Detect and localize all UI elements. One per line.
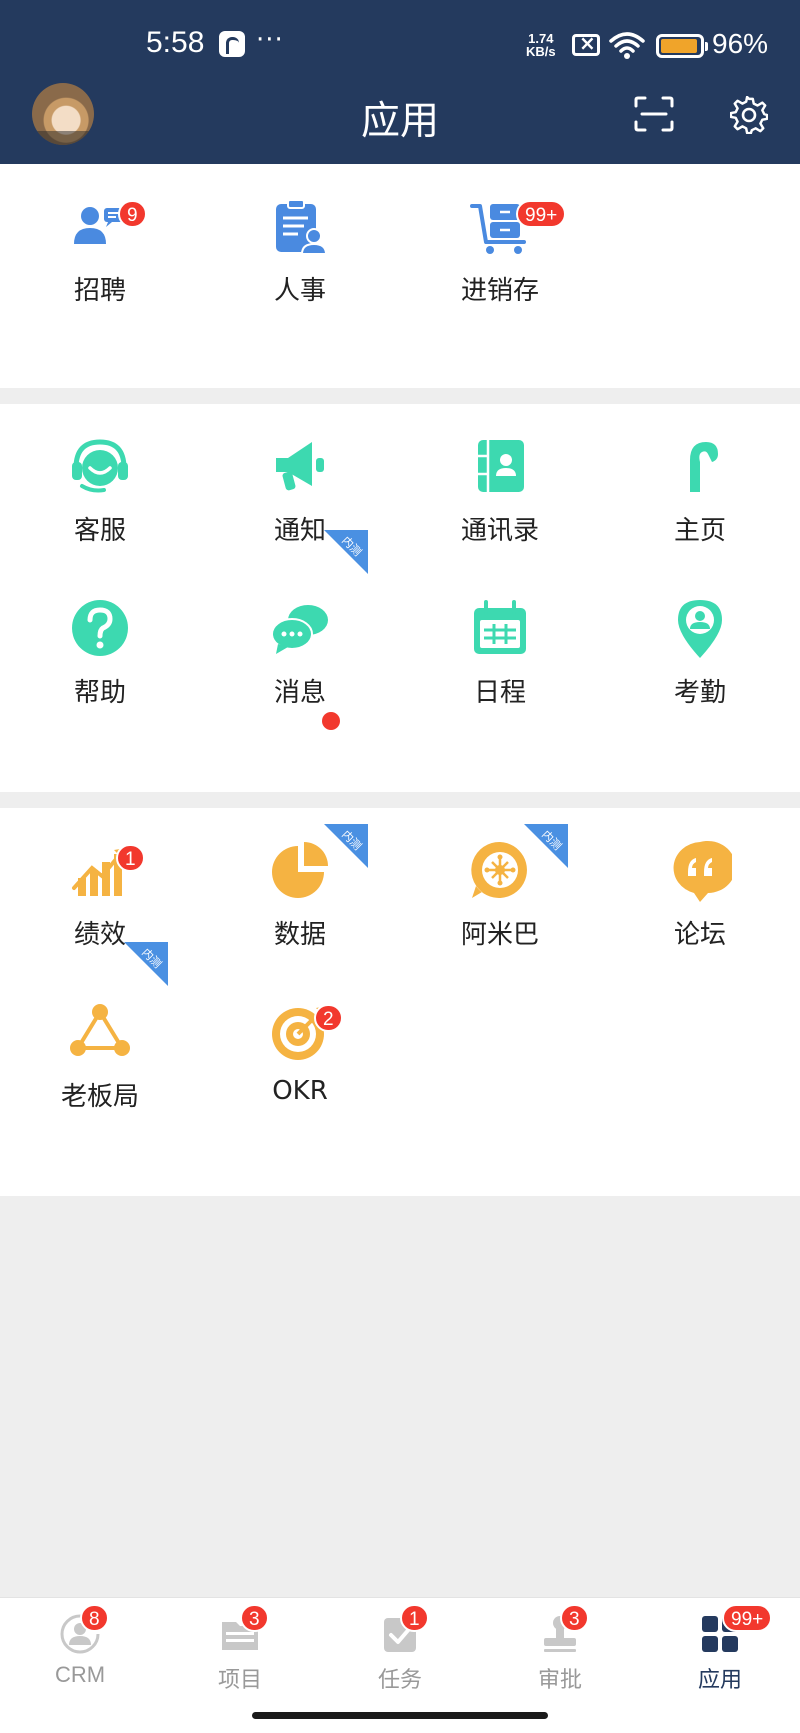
- home-indicator[interactable]: [252, 1712, 548, 1719]
- battery-percent: 96%: [712, 28, 769, 59]
- app-schedule[interactable]: 日程: [400, 566, 600, 716]
- tab-label: 应用: [697, 1667, 742, 1692]
- app-recruit[interactable]: 9 招聘: [0, 164, 200, 314]
- app-label: 日程: [473, 678, 526, 708]
- app-label: 人事: [273, 276, 326, 306]
- app-attendance[interactable]: 考勤: [600, 566, 800, 716]
- app-data[interactable]: 内测 数据: [200, 808, 400, 958]
- network-speed-unit: KB/s: [526, 44, 556, 59]
- app-hr[interactable]: 人事: [200, 164, 400, 314]
- app-header: 5:58 ··· 1.74 KB/s 96% 应用: [0, 0, 800, 164]
- performance-badge: 1: [116, 844, 145, 872]
- app-contacts[interactable]: 通讯录: [400, 404, 600, 554]
- app-amoeba[interactable]: 内测 阿米巴: [400, 808, 600, 958]
- no-sim-icon: [572, 31, 600, 56]
- status-bar: 5:58 ··· 1.74 KB/s 96%: [0, 0, 800, 92]
- section-hr-apps: 9 招聘 人事 99+ 进销存: [0, 164, 800, 388]
- page-title: 应用: [360, 99, 439, 144]
- app-label: 客服: [73, 516, 126, 546]
- beta-corner-tag: 内测: [324, 824, 368, 868]
- homepage-icon: [668, 434, 732, 498]
- calendar-icon: [468, 596, 532, 660]
- tab-label: 审批: [537, 1667, 582, 1692]
- beta-corner-tag: 内测: [524, 824, 568, 868]
- app-messages[interactable]: 内测 消息: [200, 530, 400, 730]
- battery-icon: [656, 34, 708, 58]
- app-boss-board[interactable]: 内测 老板局: [0, 942, 200, 1120]
- app-label: 通知: [273, 516, 326, 546]
- quote-bubble-icon: [668, 838, 736, 902]
- app-notice[interactable]: 通知: [200, 404, 400, 554]
- projects-badge: 3: [240, 1604, 269, 1632]
- app-label: 考勤: [673, 678, 726, 708]
- tab-label: 项目: [217, 1667, 262, 1692]
- help-icon: [68, 596, 132, 660]
- app-label: 老板局: [60, 1082, 139, 1112]
- approval-badge: 3: [560, 1604, 589, 1632]
- inventory-badge: 99+: [516, 200, 567, 228]
- battery-fill: [661, 39, 697, 53]
- crm-badge: 8: [80, 1604, 109, 1632]
- beta-corner-tag: 内测: [324, 530, 368, 574]
- app-label: 招聘: [73, 276, 126, 306]
- apps-badge: 99+: [722, 1604, 773, 1632]
- notification-app-icon: [219, 31, 245, 57]
- customer-service-icon: [68, 434, 132, 498]
- network-speed: 1.74 KB/s: [526, 32, 556, 58]
- app-label: 绩效: [73, 920, 126, 950]
- triangle-network-icon: [68, 1000, 132, 1064]
- hr-clipboard-icon: [268, 194, 332, 258]
- section-management-apps: 1 绩效 内测 数据 内测 阿米巴 论坛 内测 老板局 2 OKR: [0, 808, 800, 1196]
- pie-chart-icon: [268, 838, 332, 902]
- chat-bubbles-icon: [268, 596, 332, 660]
- tab-label: CRM: [54, 1662, 106, 1687]
- section-office-apps: 客服 通知 通讯录 主页 帮助 内测 消息 日程 考勤: [0, 404, 800, 792]
- wifi-icon: [609, 32, 645, 59]
- app-label: 阿米巴: [460, 920, 539, 950]
- tasks-badge: 1: [400, 1604, 429, 1632]
- app-label: 数据: [273, 920, 326, 950]
- app-homepage[interactable]: 主页: [600, 404, 800, 554]
- settings-gear-icon[interactable]: [730, 96, 768, 134]
- app-performance[interactable]: 1 绩效: [0, 808, 200, 958]
- more-notifications-icon: ···: [256, 25, 284, 55]
- app-help[interactable]: 帮助: [0, 566, 200, 716]
- app-label: 通讯录: [460, 516, 539, 546]
- app-label: 消息: [273, 678, 326, 708]
- app-label: 论坛: [673, 920, 726, 950]
- app-customer-service[interactable]: 客服: [0, 404, 200, 554]
- tab-crm[interactable]: 8 CRM: [0, 1598, 160, 1733]
- contacts-icon: [468, 434, 532, 498]
- status-time: 5:58: [146, 26, 205, 59]
- app-okr[interactable]: 2 OKR: [200, 970, 400, 1120]
- app-label: OKR: [272, 1076, 328, 1106]
- messages-dot-badge: [322, 712, 340, 730]
- tab-label: 任务: [377, 1667, 422, 1692]
- tab-apps[interactable]: 99+ 应用: [640, 1598, 800, 1733]
- app-inventory[interactable]: 99+ 进销存: [400, 164, 600, 314]
- app-label: 帮助: [73, 678, 126, 708]
- app-forum[interactable]: 论坛: [600, 808, 800, 958]
- okr-badge: 2: [314, 1004, 343, 1032]
- recruit-badge: 9: [118, 200, 147, 228]
- scan-icon[interactable]: [634, 96, 674, 132]
- app-label: 主页: [673, 516, 726, 546]
- amoeba-icon: [468, 838, 532, 902]
- megaphone-icon: [268, 434, 332, 498]
- beta-corner-tag: 内测: [124, 942, 168, 986]
- app-label: 进销存: [460, 276, 539, 306]
- location-pin-icon: [668, 596, 732, 660]
